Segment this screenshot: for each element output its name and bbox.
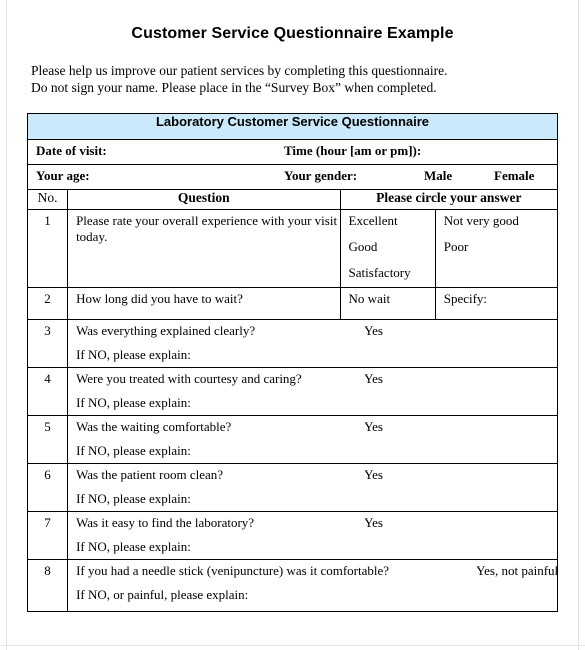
table-row: 5 Was the waiting comfortable? Yes If NO… xyxy=(26,415,558,464)
your-age-label: Your age: xyxy=(36,168,90,183)
row-question: Was the patient room clean? xyxy=(76,467,224,482)
answer-option[interactable]: Not very good xyxy=(444,213,557,229)
table-row: 4 Were you treated with courtesy and car… xyxy=(26,367,558,416)
answer-option[interactable]: Yes xyxy=(364,323,383,339)
intro-line-1: Please help us improve our patient servi… xyxy=(31,63,448,78)
gender-option-male[interactable]: Male xyxy=(424,168,452,184)
answer-option[interactable]: Yes xyxy=(364,467,383,483)
document-page: Customer Service Questionnaire Example P… xyxy=(0,0,585,650)
info-row-demographics: Your age: Your gender: Male Female xyxy=(27,164,558,190)
table-row: 6 Was the patient room clean? Yes If NO,… xyxy=(26,463,558,512)
row-answer-options-primary: No wait xyxy=(339,287,436,320)
banner-title: Laboratory Customer Service Questionnair… xyxy=(27,113,558,140)
answer-option[interactable]: Yes, not painful xyxy=(476,563,558,579)
questionnaire-table: Laboratory Customer Service Questionnair… xyxy=(26,113,559,612)
row-explain-prompt: If NO, please explain: xyxy=(76,347,191,362)
row-answer-specify: Specify: xyxy=(434,287,559,320)
row-answer-options-secondary: Not very good Poor xyxy=(434,209,559,288)
answer-option[interactable]: Good xyxy=(349,239,435,255)
table-row: 3 Was everything explained clearly? Yes … xyxy=(26,319,558,368)
intro-line-2: Do not sign your name. Please place in t… xyxy=(31,80,437,95)
your-gender-label: Your gender: xyxy=(284,168,358,183)
row-question: Please rate your overall experience with… xyxy=(67,209,341,288)
info-row-visit-cell: Date of visit: Time (hour [am or pm]): xyxy=(27,139,558,165)
row-number: 7 xyxy=(26,511,69,560)
answer-option[interactable]: Poor xyxy=(444,239,557,255)
answer-option[interactable]: Excellent xyxy=(349,213,435,229)
page-edge-right xyxy=(578,0,579,650)
row-number: 6 xyxy=(26,463,69,512)
row-explain-prompt: If NO, please explain: xyxy=(76,539,191,554)
row-explain-prompt: If NO, or painful, please explain: xyxy=(76,587,249,602)
table-row: 1 Please rate your overall experience wi… xyxy=(26,209,559,288)
time-of-visit-label: Time (hour [am or pm]): xyxy=(284,143,422,158)
row-number: 1 xyxy=(26,209,69,288)
row-number: 4 xyxy=(26,367,69,416)
row-question: How long did you have to wait? xyxy=(67,287,341,320)
table-row: 2 How long did you have to wait? No wait… xyxy=(26,287,559,320)
row-content: If you had a needle stick (venipuncture)… xyxy=(67,559,558,612)
row-number: 5 xyxy=(26,415,69,464)
page-edge-bottom xyxy=(0,645,585,646)
intro-paragraph: Please help us improve our patient servi… xyxy=(31,62,448,96)
table-row: 8 If you had a needle stick (venipunctur… xyxy=(26,559,558,612)
row-explain-prompt: If NO, please explain: xyxy=(76,443,191,458)
row-explain-prompt: If NO, please explain: xyxy=(76,395,191,410)
table-banner-row: Laboratory Customer Service Questionnair… xyxy=(27,113,558,140)
info-row-demographics-cell: Your age: Your gender: Male Female xyxy=(27,164,558,190)
row-number: 3 xyxy=(26,319,69,368)
column-header-number: No. xyxy=(26,189,69,210)
row-question: Were you treated with courtesy and carin… xyxy=(76,371,302,386)
answer-option[interactable]: Specify: xyxy=(444,291,557,307)
row-content: Was the waiting comfortable? Yes If NO, … xyxy=(67,415,558,464)
row-explain-prompt: If NO, please explain: xyxy=(76,491,191,506)
row-question: If you had a needle stick (venipuncture)… xyxy=(76,563,390,578)
row-question: Was the waiting comfortable? xyxy=(76,419,232,434)
row-question: Was everything explained clearly? xyxy=(76,323,256,338)
page-edge-left xyxy=(6,0,7,650)
answer-option[interactable]: No wait xyxy=(349,291,435,307)
row-answer-options-primary: Excellent Good Satisfactory xyxy=(339,209,436,288)
gender-option-female[interactable]: Female xyxy=(494,168,534,184)
row-content: Was the patient room clean? Yes If NO, p… xyxy=(67,463,558,512)
answer-option[interactable]: Yes xyxy=(364,371,383,387)
date-of-visit-label: Date of visit: xyxy=(36,143,107,158)
column-header-question: Question xyxy=(67,189,341,210)
row-number: 8 xyxy=(26,559,69,612)
answer-option[interactable]: Yes xyxy=(364,515,383,531)
row-content: Was it easy to find the laboratory? Yes … xyxy=(67,511,558,560)
column-header-answer: Please circle your answer xyxy=(339,189,559,210)
table-row: 7 Was it easy to find the laboratory? Ye… xyxy=(26,511,558,560)
row-number: 2 xyxy=(26,287,69,320)
answer-option[interactable]: Satisfactory xyxy=(349,265,435,281)
row-question: Was it easy to find the laboratory? xyxy=(76,515,255,530)
table-column-header-row: No. Question Please circle your answer xyxy=(26,189,559,210)
answer-option[interactable]: Yes xyxy=(364,419,383,435)
info-row-visit: Date of visit: Time (hour [am or pm]): xyxy=(27,139,558,165)
row-content: Were you treated with courtesy and carin… xyxy=(67,367,558,416)
row-content: Was everything explained clearly? Yes If… xyxy=(67,319,558,368)
page-title: Customer Service Questionnaire Example xyxy=(131,25,454,42)
